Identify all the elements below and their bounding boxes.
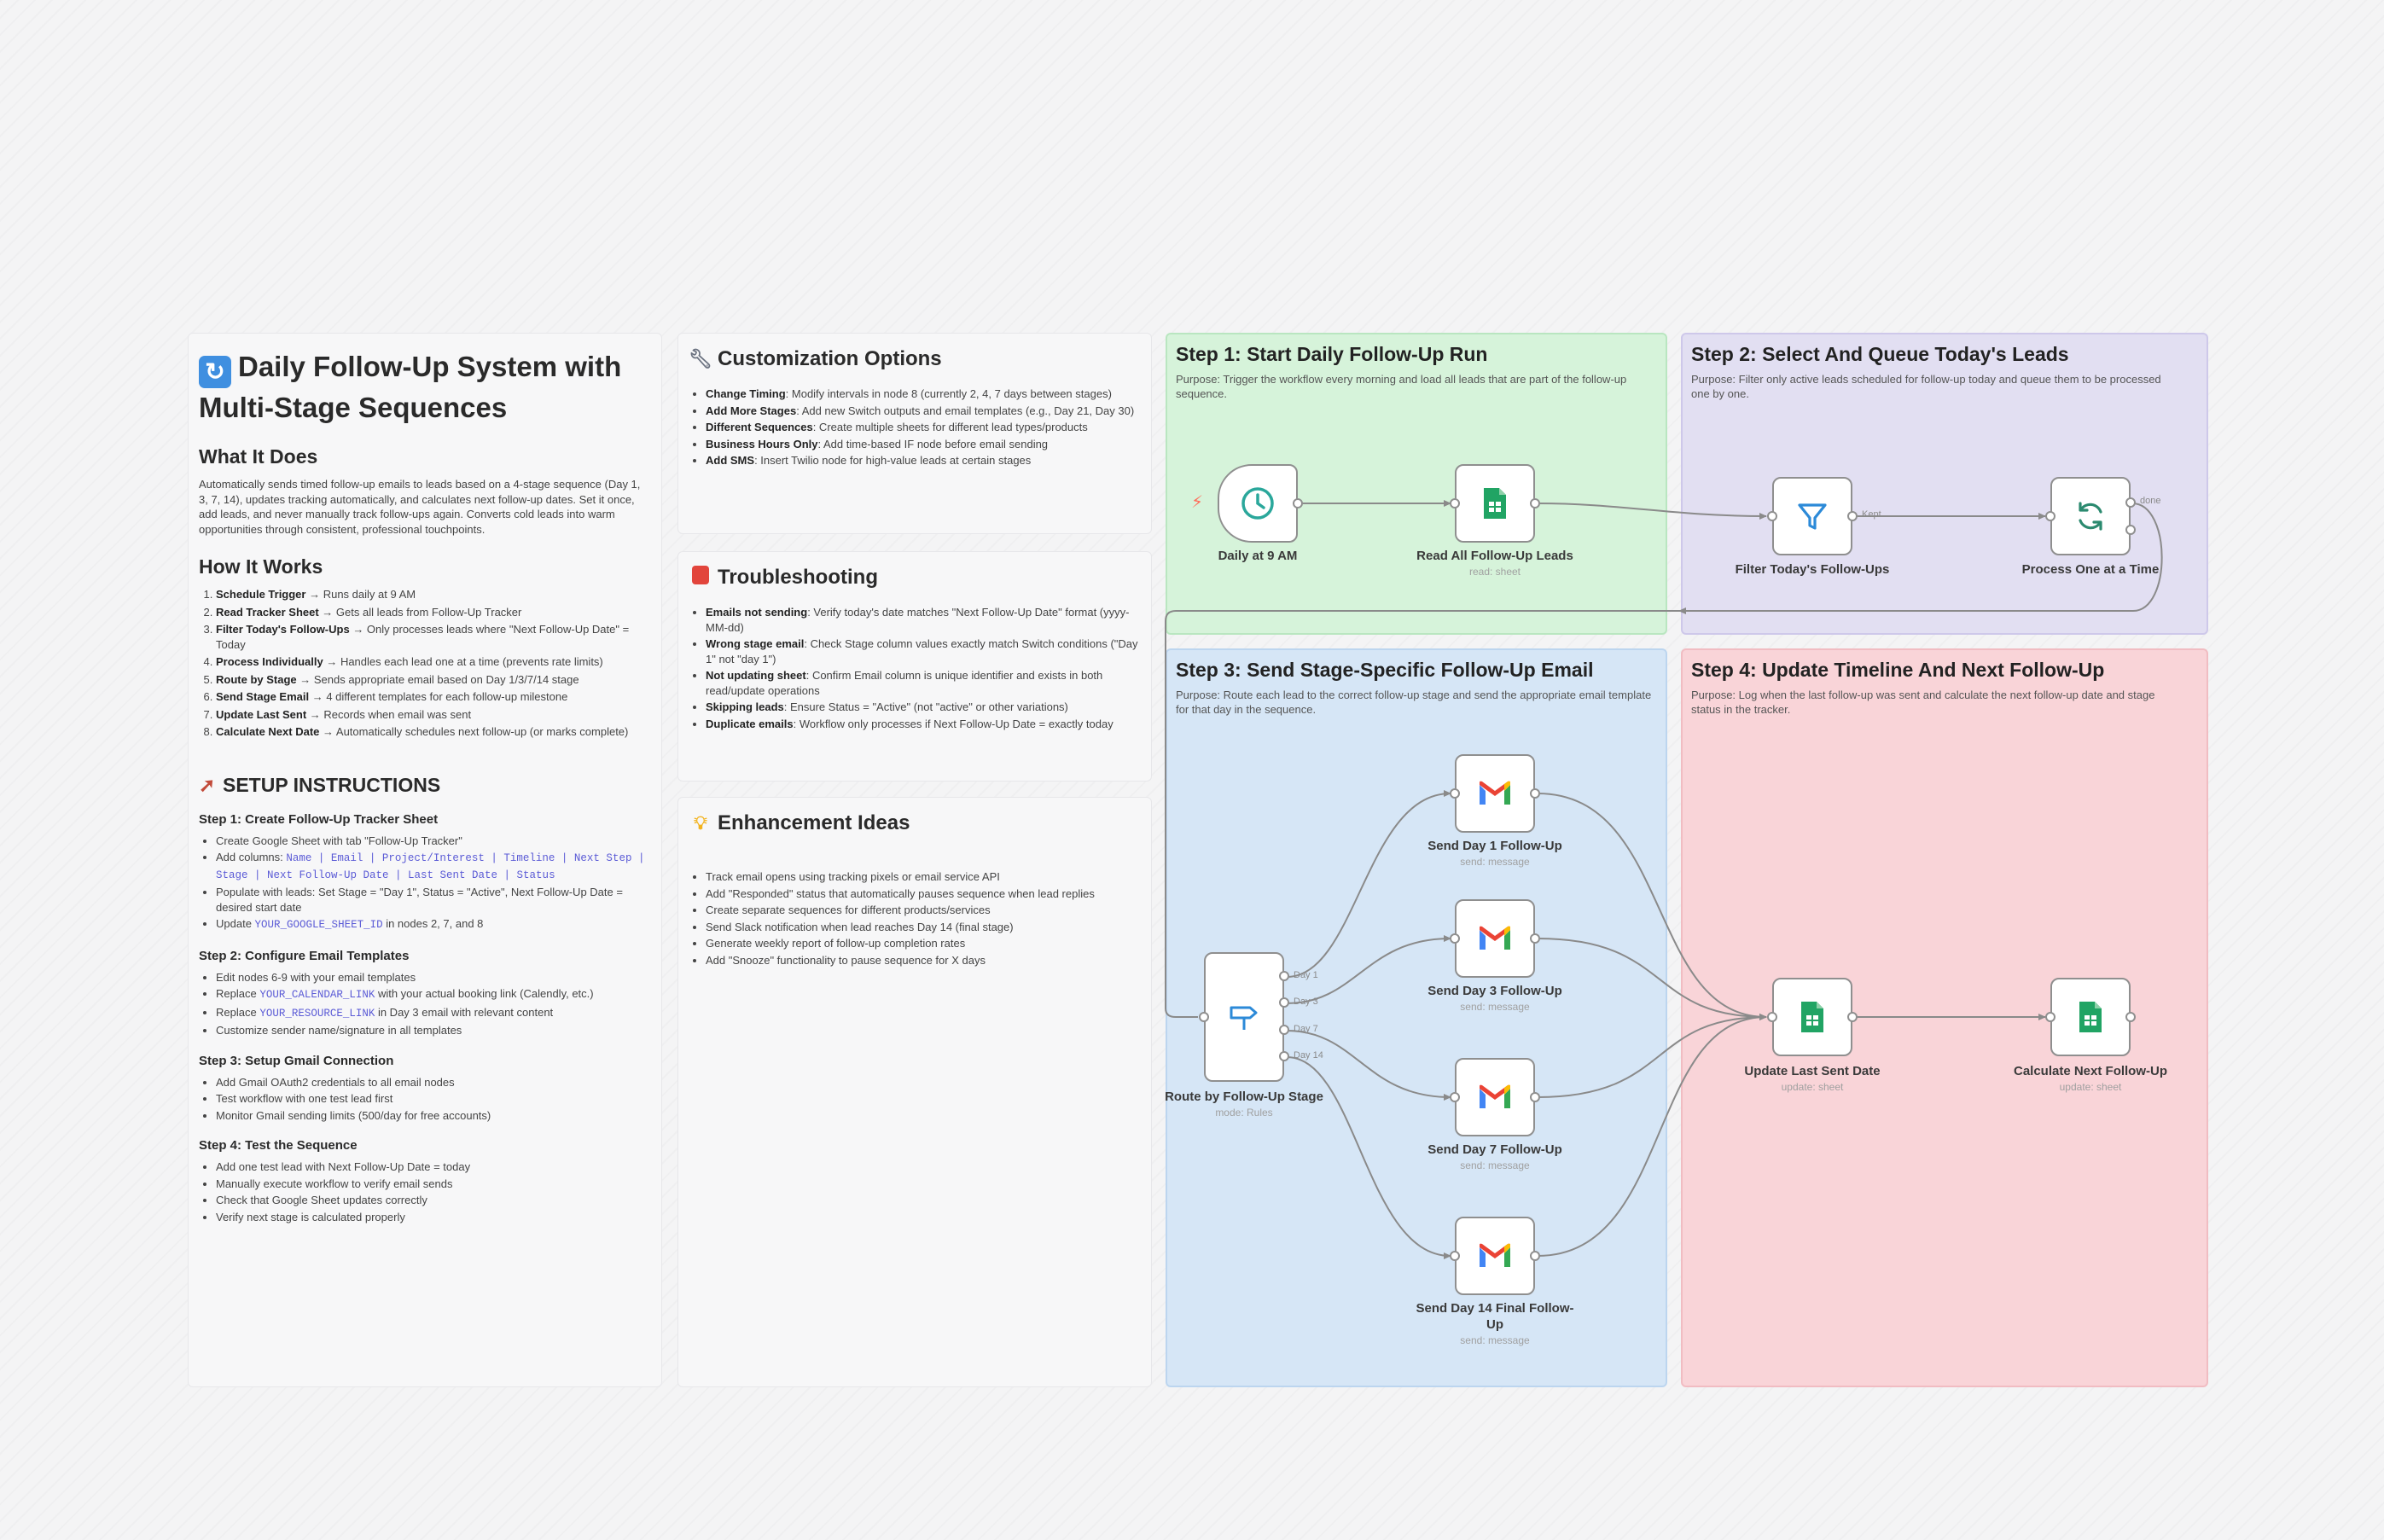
trigger-bolt-icon: ⚡︎ [1191, 493, 1204, 512]
node-calculate-next-label: Calculate Next Follow-Up update: sheet [2013, 1064, 2168, 1093]
node-update-last-label: Update Last Sent Date update: sheet [1744, 1064, 1881, 1093]
node-daily-label: Daily at 9 AM [1218, 549, 1298, 563]
gmail-icon [1480, 781, 1510, 805]
input-port[interactable] [1767, 511, 1777, 521]
input-port[interactable] [1199, 1012, 1209, 1022]
gmail-icon [1480, 1084, 1510, 1108]
wire-day14-to-update [1537, 1014, 1767, 1257]
route-output-label-day14: Day 14 [1294, 1050, 1323, 1061]
node-daily-trigger[interactable] [1218, 464, 1303, 543]
output-port[interactable] [1530, 933, 1540, 944]
node-send-day3-label: Send Day 3 Follow-Up send: message [1427, 984, 1562, 1013]
wire-read-to-filter [1537, 503, 1767, 520]
node-send-day7[interactable] [1450, 1058, 1540, 1136]
google-sheets-icon [1801, 1002, 1823, 1032]
node-send-day1-label: Send Day 1 Follow-Up send: message [1427, 839, 1562, 868]
node-send-day14[interactable] [1450, 1217, 1540, 1295]
node-read-leads[interactable] [1450, 464, 1540, 543]
input-port[interactable] [1450, 498, 1460, 508]
wire-route-day7 [1286, 1030, 1451, 1101]
node-send-day7-label: Send Day 7 Follow-Up send: message [1427, 1142, 1562, 1171]
route-output-label-day3: Day 3 [1294, 997, 1318, 1007]
output-port-day3[interactable] [1279, 997, 1289, 1008]
node-filter[interactable] [1767, 477, 1858, 555]
google-sheets-icon [1484, 488, 1506, 519]
input-port[interactable] [1450, 788, 1460, 799]
node-route[interactable] [1199, 952, 1289, 1082]
node-calculate-next[interactable] [2045, 978, 2136, 1056]
output-port-done[interactable] [2125, 497, 2136, 508]
output-port[interactable] [1530, 1092, 1540, 1102]
node-send-day3[interactable] [1450, 899, 1540, 978]
google-sheets-icon [2079, 1002, 2102, 1032]
gmail-icon [1480, 1243, 1510, 1267]
node-send-day14-label: Send Day 14 Final Follow-Up send: message [1416, 1301, 1574, 1346]
output-port-day14[interactable] [1279, 1051, 1289, 1061]
wire-route-day1 [1286, 790, 1451, 978]
node-update-last-sent[interactable] [1767, 978, 1858, 1056]
node-process[interactable] [2045, 477, 2136, 555]
loop-icon [2079, 502, 2102, 531]
output-port-day7[interactable] [1279, 1025, 1289, 1035]
input-port[interactable] [2045, 1012, 2055, 1022]
output-port-day1[interactable] [1279, 971, 1289, 981]
node-read-label: Read All Follow-Up Leads read: sheet [1416, 549, 1573, 578]
workflow-connections [1165, 500, 2163, 1259]
process-done-port-label: done [2140, 496, 2161, 506]
gmail-icon [1480, 926, 1510, 950]
input-port[interactable] [1767, 1012, 1777, 1022]
output-port[interactable] [1293, 498, 1303, 508]
output-port[interactable] [2125, 1012, 2136, 1022]
output-port[interactable] [1847, 1012, 1858, 1022]
output-port[interactable] [1847, 511, 1858, 521]
output-port[interactable] [1530, 1251, 1540, 1261]
output-port[interactable] [1530, 498, 1540, 508]
filter-kept-port-label: Kept [1862, 509, 1881, 520]
node-filter-label: Filter Today's Follow-Ups [1735, 562, 1890, 577]
route-output-label-day7: Day 7 [1294, 1024, 1318, 1034]
route-sign-icon [1230, 1006, 1258, 1030]
route-output-label-day1: Day 1 [1294, 970, 1318, 980]
node-route-label: Route by Follow-Up Stage mode: Rules [1165, 1090, 1323, 1119]
output-port-loop[interactable] [2125, 525, 2136, 535]
input-port[interactable] [2045, 511, 2055, 521]
input-port[interactable] [1450, 1092, 1460, 1102]
node-process-label: Process One at a Time [2021, 562, 2160, 577]
input-port[interactable] [1450, 933, 1460, 944]
filter-icon [1798, 503, 1827, 530]
input-port[interactable] [1450, 1251, 1460, 1261]
output-port[interactable] [1530, 788, 1540, 799]
node-send-day1[interactable] [1450, 754, 1540, 833]
clock-icon [1241, 487, 1274, 520]
